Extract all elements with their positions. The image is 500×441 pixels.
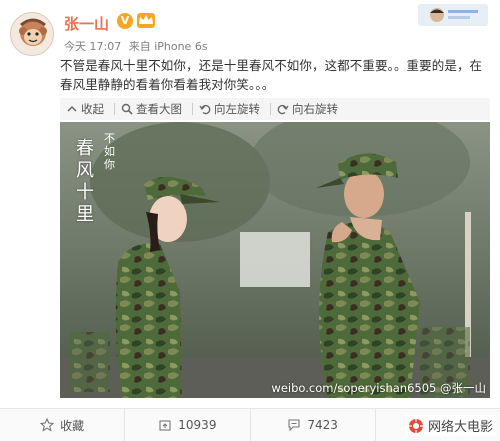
poster-subtitle: 不如你 xyxy=(104,132,115,171)
rotate-left-label: 向左旋转 xyxy=(214,102,260,116)
post-photo[interactable]: 春风十里 不如你 weibo.com/soperyishan6505 @张一山 xyxy=(60,122,490,398)
top-right-thumbnail xyxy=(418,4,488,26)
magnifier-icon xyxy=(121,103,133,115)
corner-logo: 网络大电影 xyxy=(404,415,496,436)
film-icon xyxy=(408,418,423,433)
repost-icon xyxy=(159,420,171,431)
star-icon xyxy=(40,418,55,432)
post-time[interactable]: 今天 17:07 xyxy=(64,40,121,53)
corner-logo-text: 网络大电影 xyxy=(427,420,493,435)
user-name[interactable]: 张一山 xyxy=(64,13,109,34)
post-meta: 今天 17:07 来自 iPhone 6s xyxy=(64,38,208,54)
collapse-button[interactable]: 收起 xyxy=(66,101,104,117)
toolbar-divider xyxy=(270,103,271,115)
comment-count: 7423 xyxy=(307,418,338,432)
vip-badge xyxy=(137,13,155,28)
rotate-right-label: 向右旋转 xyxy=(292,102,338,116)
collapse-icon xyxy=(67,105,77,112)
favorite-button[interactable]: 收藏 xyxy=(0,409,126,441)
toolbar-divider xyxy=(192,103,193,115)
view-large-button[interactable]: 查看大图 xyxy=(121,101,182,117)
toolbar-divider xyxy=(114,103,115,115)
view-large-label: 查看大图 xyxy=(136,102,182,116)
rotate-right-button[interactable]: 向右旋转 xyxy=(277,101,338,117)
repost-count: 10939 xyxy=(178,418,217,432)
post-text: 不管是春风十里不如你，还是十里春风不如你，这都不重要。。重要的是，在春风里静静的… xyxy=(60,58,483,92)
rotate-right-icon xyxy=(277,104,289,115)
comment-button[interactable]: 7423 xyxy=(251,409,376,441)
image-watermark: weibo.com/soperyishan6505 @张一山 xyxy=(271,381,486,395)
favorite-label: 收藏 xyxy=(60,418,85,433)
rotate-left-button[interactable]: 向左旋转 xyxy=(199,101,260,117)
image-toolbar: 收起 查看大图 向左旋转 向右旋转 xyxy=(60,98,490,120)
rotate-left-icon xyxy=(199,104,211,115)
comment-icon xyxy=(288,419,300,432)
repost-button[interactable]: 10939 xyxy=(125,409,251,441)
post-source: 来自 iPhone 6s xyxy=(128,40,208,53)
collapse-label: 收起 xyxy=(81,102,104,116)
avatar[interactable] xyxy=(10,12,54,56)
verified-badge: V xyxy=(117,13,133,29)
